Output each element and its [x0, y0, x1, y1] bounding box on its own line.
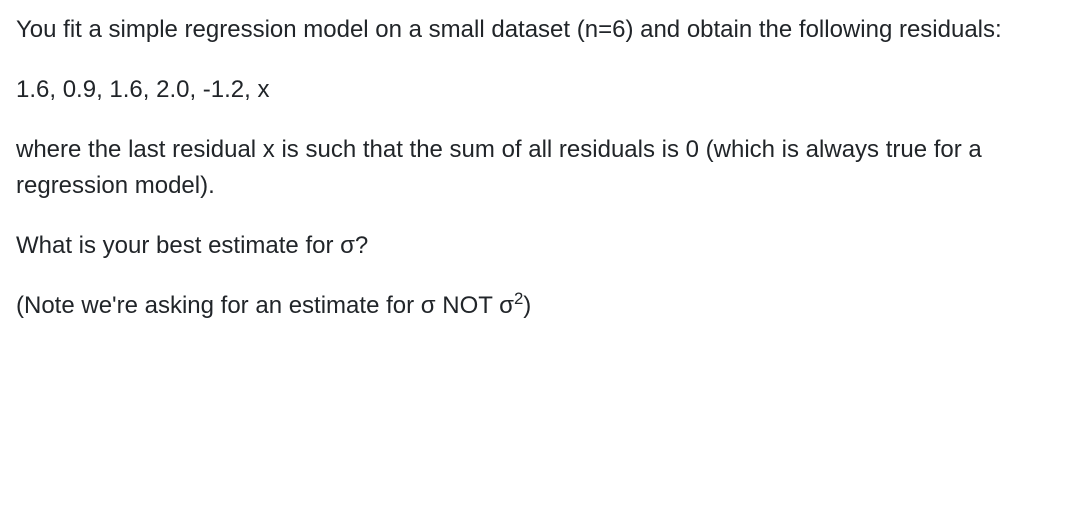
- question-note: (Note we're asking for an estimate for σ…: [16, 288, 1058, 324]
- note-prefix: (Note we're asking for an estimate for σ…: [16, 292, 514, 319]
- question-prompt: What is your best estimate for σ?: [16, 228, 1058, 264]
- note-exponent: 2: [514, 289, 523, 308]
- residual-explanation: where the last residual x is such that t…: [16, 132, 1058, 204]
- question-intro: You fit a simple regression model on a s…: [16, 12, 1058, 48]
- note-suffix: ): [523, 292, 531, 319]
- residuals-list: 1.6, 0.9, 1.6, 2.0, -1.2, x: [16, 72, 1058, 108]
